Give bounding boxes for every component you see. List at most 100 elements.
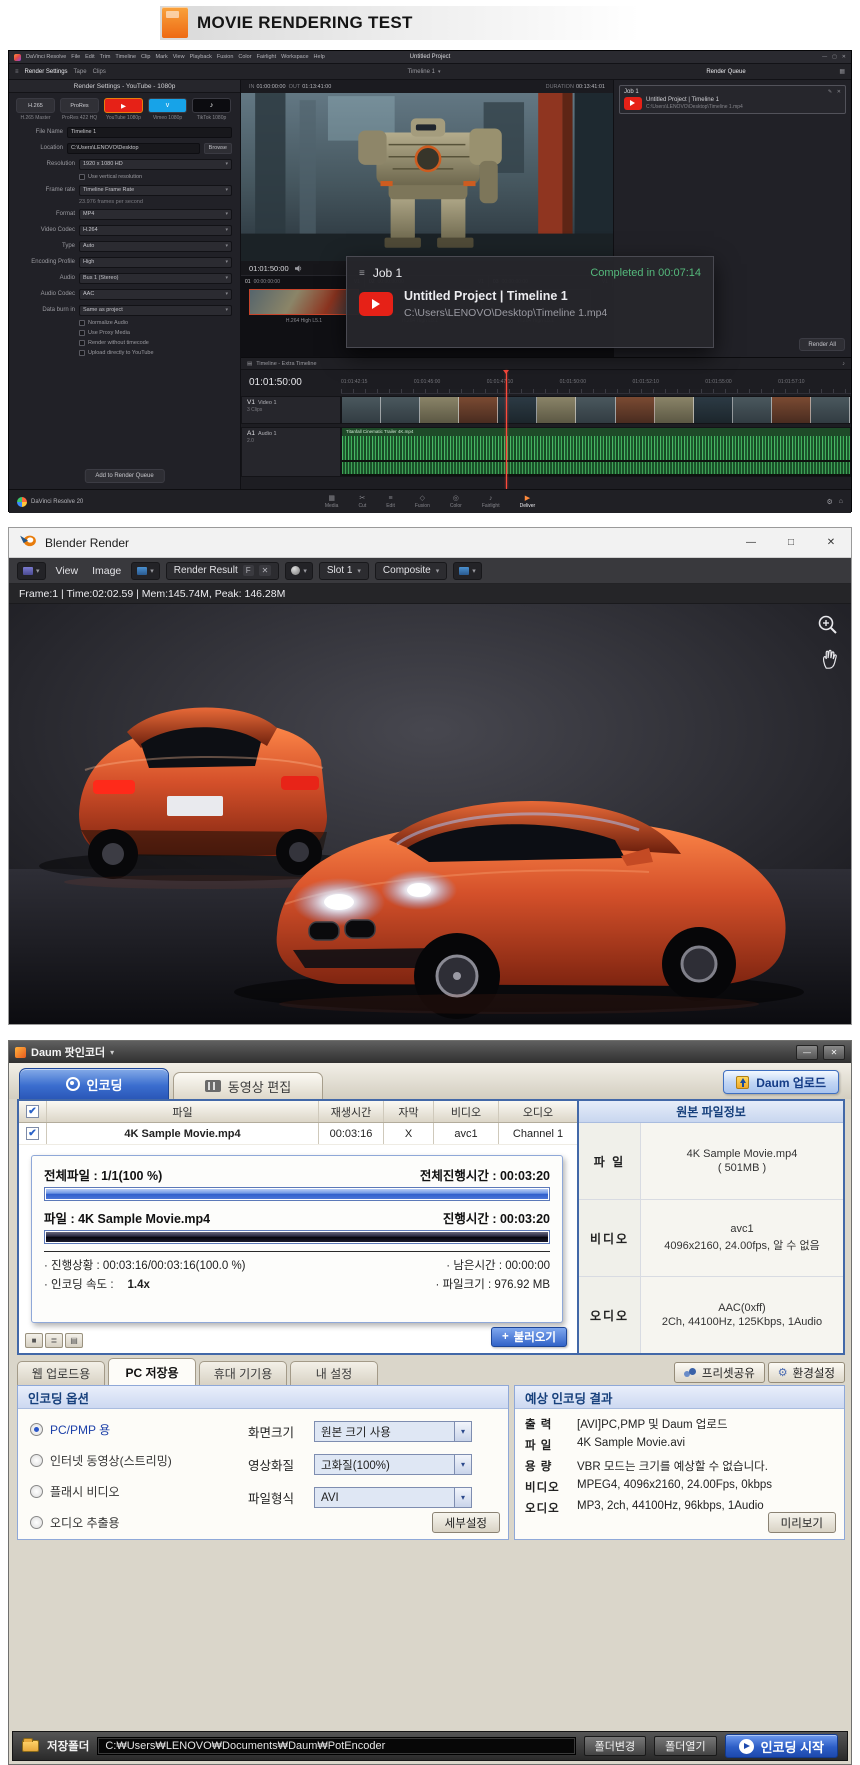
- slot-select[interactable]: Slot 1▾: [319, 562, 369, 580]
- render-settings-toggle[interactable]: Render Settings: [25, 69, 68, 75]
- file-checkbox[interactable]: ✔: [26, 1127, 39, 1140]
- page-tab[interactable]: ◎ Color: [450, 495, 462, 509]
- video-track-header[interactable]: V1Video 1 3 Clips: [241, 396, 341, 424]
- timeline-selector[interactable]: Timeline 1: [408, 69, 435, 75]
- encoding-type-radio[interactable]: 플래시 비디오: [30, 1483, 248, 1500]
- browse-image-button[interactable]: ▾: [131, 562, 160, 580]
- audio-track-header[interactable]: A1Audio 1 2.0: [241, 427, 341, 477]
- clip-thumbnail-selected[interactable]: [249, 289, 359, 315]
- page-tab[interactable]: ▶ Deliver: [520, 495, 536, 509]
- preset-tab-custom[interactable]: 내 설정: [290, 1361, 378, 1385]
- tape-toggle[interactable]: Tape: [74, 69, 87, 75]
- page-tab[interactable]: ▦ Media: [325, 495, 339, 509]
- clips-toggle[interactable]: Clips: [93, 69, 106, 75]
- vertical-resolution-checkbox[interactable]: Use vertical resolution: [9, 172, 240, 182]
- encoding-type-radio[interactable]: 오디오 추출용: [30, 1514, 248, 1531]
- minimize-button[interactable]: —: [822, 54, 827, 60]
- select-all-checkbox[interactable]: ✔: [26, 1105, 39, 1118]
- preset-tiktok[interactable]: ♪ TikTok 1080p: [192, 98, 231, 121]
- layout-grid-icon[interactable]: ▦: [839, 68, 845, 75]
- page-tab[interactable]: ✂ Cut: [358, 495, 366, 509]
- setting-checkbox[interactable]: Normalize Audio: [9, 318, 240, 328]
- menu-item[interactable]: Mark: [156, 54, 168, 60]
- menu-item[interactable]: Trim: [100, 54, 111, 60]
- zoom-icon[interactable]: [817, 614, 839, 641]
- load-file-button[interactable]: +불러오기: [491, 1327, 567, 1347]
- setting-checkbox[interactable]: Upload directly to YouTube: [9, 348, 240, 358]
- setting-select[interactable]: H.264▾: [79, 225, 232, 236]
- fake-user-button[interactable]: F: [243, 565, 254, 576]
- display-mode-button[interactable]: ▾: [453, 562, 482, 580]
- encoding-type-radio[interactable]: PC/PMP 용: [30, 1421, 248, 1438]
- file-name-input[interactable]: Timeline 1: [67, 127, 232, 138]
- menu-item[interactable]: Edit: [85, 54, 94, 60]
- image-datablock-field[interactable]: Render Result F ✕: [166, 562, 280, 580]
- preset-share-button[interactable]: 프리셋공유: [674, 1362, 765, 1383]
- preset-h265[interactable]: H.265 H.265 Master: [16, 98, 55, 121]
- timeline-ruler[interactable]: 01:01:42:1501:01:45:0001:01:47:1001:01:5…: [341, 370, 851, 394]
- setting-select[interactable]: Auto▾: [79, 241, 232, 252]
- option-select[interactable]: 원본 크기 사용▾: [314, 1421, 472, 1442]
- setting-checkbox[interactable]: Use Proxy Media: [9, 328, 240, 338]
- preset-tab-web[interactable]: 웹 업로드용: [17, 1361, 105, 1385]
- setting-select[interactable]: AAC▾: [79, 289, 232, 300]
- list-view-button[interactable]: ≣: [45, 1333, 63, 1348]
- maximize-button[interactable]: ▢: [832, 54, 837, 60]
- render-all-button[interactable]: Render All: [799, 338, 845, 351]
- menu-item[interactable]: Help: [314, 54, 325, 60]
- unlink-button[interactable]: ✕: [259, 565, 272, 576]
- setting-checkbox[interactable]: Render without timecode: [9, 338, 240, 348]
- audio-mixer-icon[interactable]: ♪: [842, 361, 845, 367]
- browse-button[interactable]: Browse: [204, 143, 232, 154]
- layer-select[interactable]: Composite▾: [375, 562, 447, 580]
- start-encoding-button[interactable]: 인코딩 시작: [725, 1734, 838, 1758]
- open-folder-button[interactable]: 폴더열기: [654, 1736, 716, 1756]
- caret-down-icon[interactable]: ▾: [110, 1048, 114, 1057]
- tab-video-edit[interactable]: 동영상 편집: [173, 1072, 323, 1099]
- setting-select[interactable]: Bus 1 (Stereo)▾: [79, 273, 232, 284]
- menu-item[interactable]: View: [173, 54, 185, 60]
- option-select[interactable]: AVI▾: [314, 1487, 472, 1508]
- pan-hand-icon[interactable]: [819, 648, 839, 675]
- menu-item[interactable]: Timeline: [115, 54, 136, 60]
- menu-item[interactable]: Fusion: [217, 54, 234, 60]
- close-button[interactable]: ✕: [823, 1045, 845, 1060]
- menu-item[interactable]: Playback: [190, 54, 212, 60]
- setting-select[interactable]: High▾: [79, 257, 232, 268]
- page-tab[interactable]: ≡ Edit: [386, 495, 395, 509]
- timeline-tab[interactable]: Timeline - Extra Timeline: [256, 361, 316, 367]
- menu-item[interactable]: Workspace: [281, 54, 308, 60]
- edit-job-icon[interactable]: ✎: [828, 89, 832, 95]
- editor-type-selector[interactable]: ▾: [17, 562, 46, 580]
- close-button[interactable]: ✕: [842, 54, 846, 60]
- preset-tab-pc[interactable]: PC 저장용: [108, 1358, 196, 1385]
- encoding-type-radio[interactable]: 인터넷 동영상(스트리밍): [30, 1452, 248, 1469]
- minimize-button[interactable]: —: [731, 528, 771, 557]
- save-path-field[interactable]: C:₩Users₩LENOVO₩Documents₩Daum₩PotEncode…: [97, 1737, 575, 1755]
- location-input[interactable]: C:\Users\LENOVO\Desktop: [67, 143, 200, 154]
- image-menu[interactable]: Image: [88, 565, 125, 577]
- add-to-render-queue-button[interactable]: Add to Render Queue: [84, 469, 164, 483]
- detail-settings-button[interactable]: 세부설정: [432, 1512, 500, 1533]
- settings-button[interactable]: ⚙ 환경설정: [768, 1362, 845, 1383]
- settings-gear-icon[interactable]: ⚙: [826, 498, 832, 506]
- stop-button[interactable]: ■: [25, 1333, 43, 1348]
- file-row[interactable]: ✔ 4K Sample Movie.mp4 00:03:16 X avc1 Ch…: [19, 1123, 577, 1145]
- resolution-select[interactable]: 1920 x 1080 HD▾: [79, 159, 232, 170]
- tab-encoding[interactable]: 인코딩: [19, 1068, 169, 1099]
- audio-track-clip[interactable]: Titanfall Cinematic Trailer 4K.mp4: [341, 427, 851, 477]
- setting-select[interactable]: Same as project▾: [79, 305, 232, 316]
- option-select[interactable]: 고화질(100%)▾: [314, 1454, 472, 1475]
- render-queue-toggle[interactable]: Render Queue: [706, 69, 745, 75]
- preset-tab-mobile[interactable]: 휴대 기기용: [199, 1361, 287, 1385]
- preset-prores[interactable]: ProRes ProRes 422 HQ: [60, 98, 99, 121]
- setting-select[interactable]: MP4▾: [79, 209, 232, 220]
- maximize-button[interactable]: □: [771, 528, 811, 557]
- preset-youtube[interactable]: ▶ YouTube 1080p: [104, 98, 143, 121]
- playhead[interactable]: [506, 370, 507, 489]
- daum-upload-button[interactable]: Daum 업로드: [723, 1070, 839, 1094]
- change-folder-button[interactable]: 폴더변경: [584, 1736, 646, 1756]
- render-job-card[interactable]: Job 1 ✎ ✕ Untitled Project | Timeline 1: [619, 85, 846, 114]
- menu-item[interactable]: Fairlight: [257, 54, 277, 60]
- menu-item[interactable]: File: [71, 54, 80, 60]
